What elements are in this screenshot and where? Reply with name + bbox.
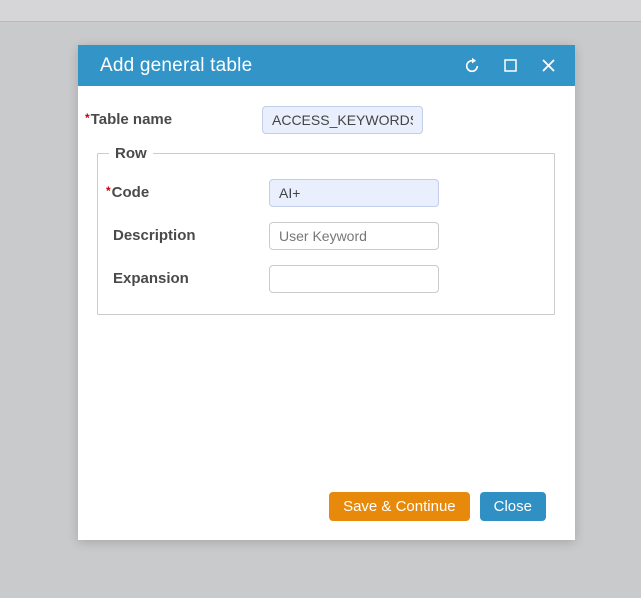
table-name-label: Table name (91, 110, 172, 130)
expansion-row: Expansion (98, 265, 554, 293)
desktop-top-strip (0, 0, 641, 22)
expansion-label: Expansion (113, 269, 189, 289)
maximize-icon[interactable] (499, 55, 521, 77)
table-name-label-wrap: * Table name (78, 110, 262, 130)
code-label-wrap: * Code (98, 183, 269, 203)
expansion-label-wrap: Expansion (98, 269, 269, 289)
close-icon[interactable] (537, 55, 559, 77)
required-marker: * (106, 183, 111, 199)
table-name-input[interactable] (262, 106, 423, 134)
code-label: Code (112, 183, 150, 203)
code-input[interactable] (269, 179, 439, 207)
add-general-table-dialog: Add general table * Table (78, 45, 575, 540)
description-label-wrap: Description (98, 226, 269, 246)
save-and-continue-button[interactable]: Save & Continue (329, 492, 470, 521)
table-name-row: * Table name (78, 106, 575, 134)
titlebar-controls (461, 55, 559, 77)
description-row: Description (98, 222, 554, 250)
refresh-icon[interactable] (461, 55, 483, 77)
row-group-legend: Row (109, 145, 153, 162)
close-button[interactable]: Close (480, 492, 546, 521)
dialog-footer-buttons: Save & Continue Close (329, 492, 546, 521)
description-input[interactable] (269, 222, 439, 250)
dialog-title: Add general table (100, 55, 252, 77)
required-marker: * (85, 110, 90, 126)
expansion-input[interactable] (269, 265, 439, 293)
code-row: * Code (98, 179, 554, 207)
description-label: Description (113, 226, 196, 246)
dialog-titlebar: Add general table (78, 45, 575, 86)
row-group: Row * Code Description Expansion (97, 145, 555, 315)
